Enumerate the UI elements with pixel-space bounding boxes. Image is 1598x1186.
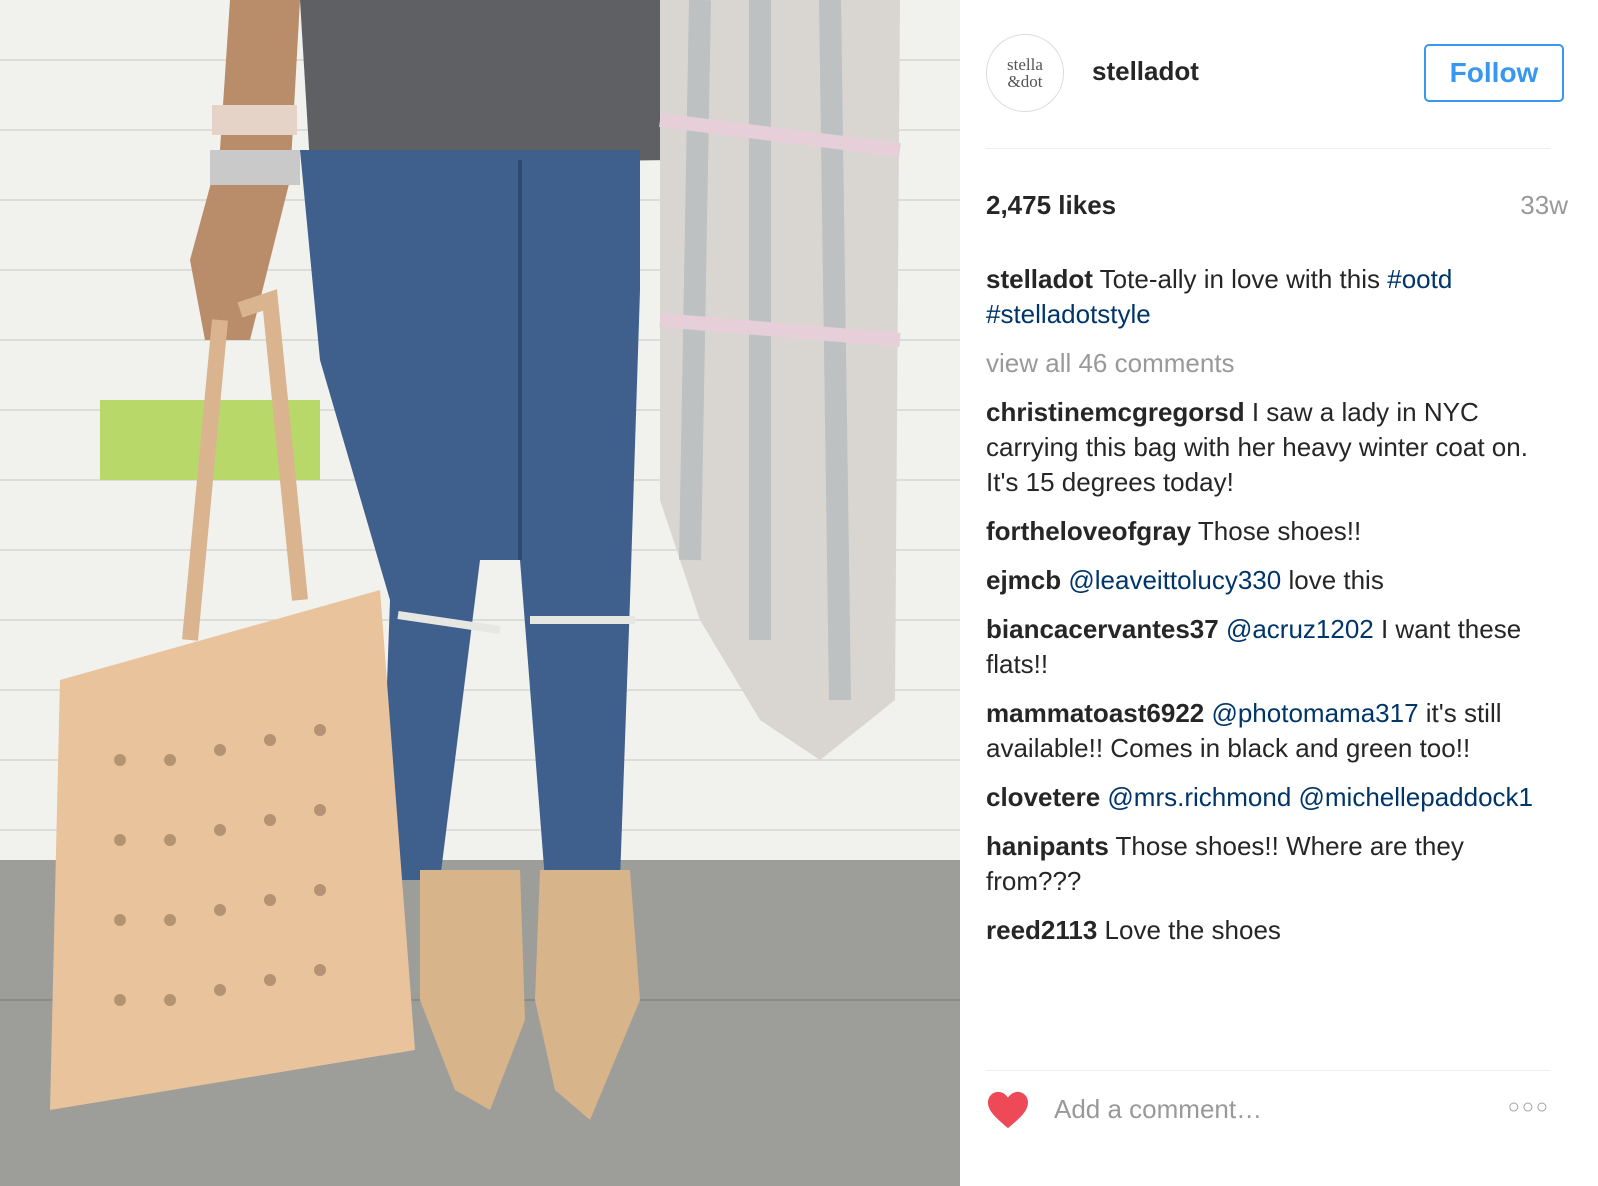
follow-button[interactable]: Follow — [1424, 44, 1564, 102]
mention-link[interactable]: @photomama317 — [1204, 698, 1418, 728]
comment-row: mammatoast6922 @photomama317 it's still … — [986, 696, 1546, 766]
comment-username[interactable]: fortheloveofgray — [986, 516, 1191, 546]
heart-icon[interactable] — [986, 1090, 1030, 1135]
comment-row: reed2113 Love the shoes — [986, 913, 1546, 948]
avatar[interactable]: stella &dot — [986, 34, 1064, 112]
avatar-text-line2: &dot — [1007, 72, 1043, 91]
comment-username[interactable]: christinemcgregorsd — [986, 397, 1245, 427]
comment-username[interactable]: mammatoast6922 — [986, 698, 1204, 728]
post-header: stella &dot stelladot Follow — [986, 34, 1572, 118]
mention-link[interactable]: @leaveittolucy330 — [1061, 565, 1281, 595]
comment-row: ejmcb @leaveittolucy330 love this — [986, 563, 1546, 598]
comment-text: love this — [1281, 565, 1384, 595]
comment-row: hanipants Those shoes!! Where are they f… — [986, 829, 1546, 899]
hashtag-link[interactable]: #ootd — [1387, 264, 1452, 294]
comment-row: clovetere @mrs.richmond @michellepaddock… — [986, 780, 1546, 815]
caption: stelladot Tote-ally in love with this #o… — [986, 262, 1546, 332]
comment-row: christinemcgregorsd I saw a lady in NYC … — [986, 395, 1546, 500]
comment-username[interactable]: biancacervantes37 — [986, 614, 1219, 644]
post-photo — [0, 0, 960, 1186]
mention-link[interactable]: @acruz1202 — [1219, 614, 1374, 644]
like-count[interactable]: 2,475 likes — [986, 190, 1116, 221]
view-all-comments-link[interactable]: view all 46 comments — [986, 346, 1546, 381]
comment-username[interactable]: reed2113 — [986, 915, 1097, 945]
comment-items: christinemcgregorsd I saw a lady in NYC … — [986, 395, 1546, 948]
post-username[interactable]: stelladot — [1092, 56, 1199, 87]
comment-text: Those shoes!! — [1191, 516, 1362, 546]
post-side-panel: stella &dot stelladot Follow 2,475 likes… — [960, 0, 1598, 1186]
comment-row: fortheloveofgray Those shoes!! — [986, 514, 1546, 549]
hashtag-link[interactable]: #stelladotstyle — [986, 299, 1151, 329]
comment-username[interactable]: ejmcb — [986, 565, 1061, 595]
header-divider — [986, 148, 1550, 149]
caption-username[interactable]: stelladot — [986, 264, 1093, 294]
comment-text: Love the shoes — [1097, 915, 1281, 945]
more-options-icon[interactable]: ○○○ — [1508, 1096, 1550, 1119]
caption-text: Tote-ally in love with this — [1092, 264, 1388, 294]
comment-username[interactable]: hanipants — [986, 831, 1109, 861]
add-comment-input[interactable]: Add a comment… — [1054, 1094, 1262, 1125]
post-age[interactable]: 33w — [1520, 190, 1568, 221]
avatar-text-line1: stella — [1007, 55, 1043, 74]
comment-bar: Add a comment… ○○○ — [986, 1084, 1550, 1144]
comment-username[interactable]: clovetere — [986, 782, 1100, 812]
comment-row: biancacervantes37 @acruz1202 I want thes… — [986, 612, 1546, 682]
footer-divider — [986, 1070, 1550, 1071]
mention-link[interactable]: @mrs.richmond @michellepaddock1 — [1100, 782, 1533, 812]
comment-list[interactable]: stelladot Tote-ally in love with this #o… — [986, 262, 1546, 1066]
